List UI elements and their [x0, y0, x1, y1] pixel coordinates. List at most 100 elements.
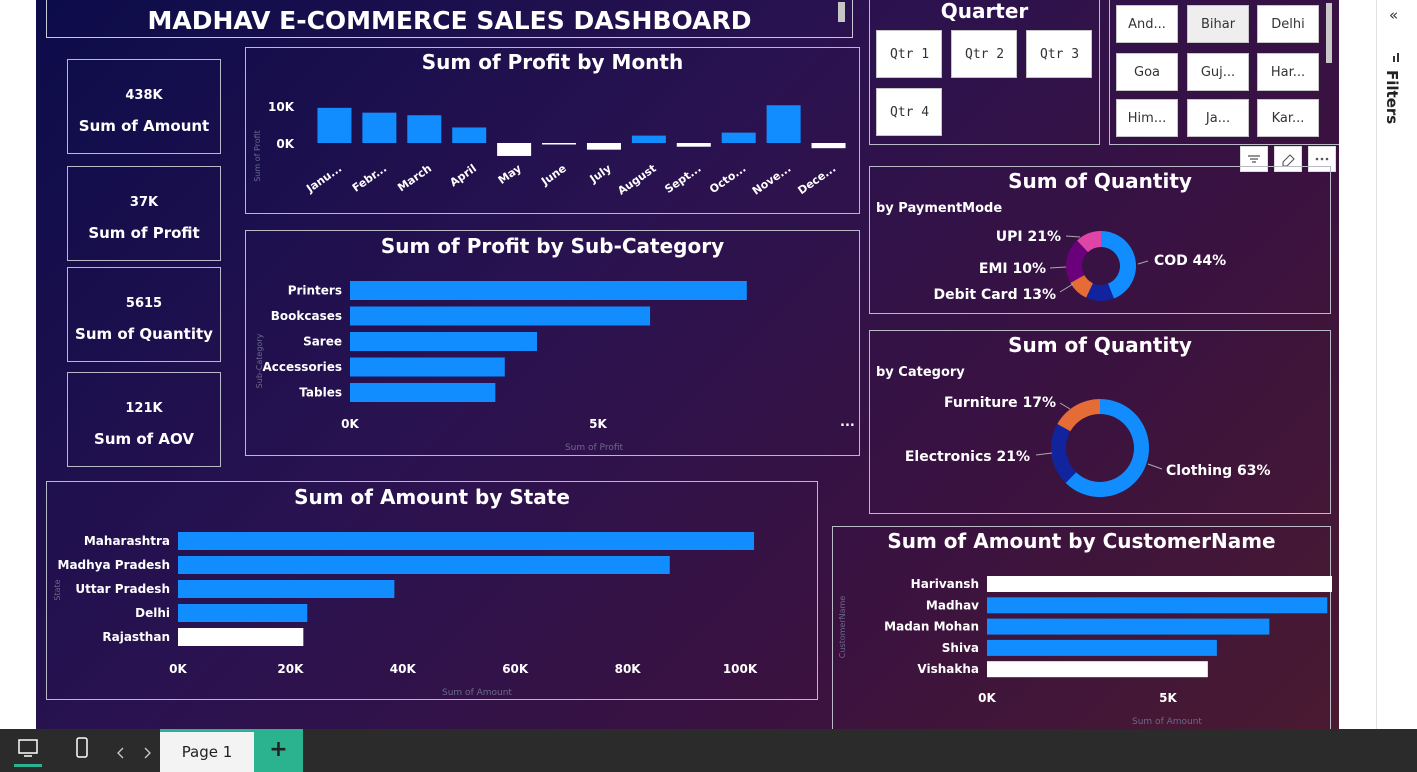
amount-by-customer-visual[interactable]: Sum of Amount by CustomerName CustomerNa…: [832, 526, 1332, 729]
profit-by-month-visual[interactable]: Sum of Profit by Month Sum of Profit 10K 0…: [245, 47, 860, 214]
kpi-value: 37K: [129, 195, 159, 210]
leader-line: [1059, 283, 1074, 293]
slicer-option-qtr2[interactable]: Qtr 2: [951, 30, 1017, 78]
kpi-card-quantity[interactable]: 5615 Sum of Quantity: [67, 267, 221, 362]
slicer-option[interactable]: Him...: [1116, 99, 1178, 137]
category-label: Shiva: [942, 641, 979, 655]
amount-by-state-visual[interactable]: Sum of Amount by State State Maharashtra M…: [46, 481, 818, 700]
slicer-option[interactable]: Guj...: [1187, 53, 1249, 91]
profit-by-subcategory-visual[interactable]: Sum of Profit by Sub-Category Sub-Catego…: [245, 230, 860, 456]
x-tick-label: 80K: [615, 662, 642, 676]
amount-by-state-chart: State Maharashtra Madhya Pradesh Uttar Prad…: [53, 532, 758, 698]
collapse-pane-icon[interactable]: «: [1389, 6, 1398, 24]
add-page-button[interactable]: +: [254, 729, 303, 772]
kpi-card-aov[interactable]: 121K Sum of AOV: [67, 372, 221, 467]
slicer-option[interactable]: Delhi: [1257, 5, 1319, 43]
category-label: Tables: [299, 386, 342, 400]
x-axis-label: Sum of Amount: [1132, 717, 1202, 727]
slicer-title: Quarter: [940, 0, 1029, 23]
filters-pane[interactable]: « Filters: [1376, 0, 1417, 729]
slicer-scrollbar[interactable]: [1326, 3, 1332, 63]
kpi-label: Sum of AOV: [94, 430, 194, 448]
data-label: Clothing 63%: [1166, 463, 1271, 479]
category-label: Printers: [288, 284, 342, 298]
profit-bar: [676, 143, 711, 147]
bar: [178, 580, 395, 598]
slicer-option[interactable]: Kar...: [1257, 99, 1319, 137]
dashboard-title: MADHAV E-COMMERCE SALES DASHBOARD: [147, 6, 752, 35]
more-options-label[interactable]: ...: [840, 415, 855, 430]
profit-bar: [811, 143, 846, 149]
bar: [350, 332, 537, 351]
category-label: Madan Mohan: [884, 620, 979, 634]
y-axis-label: State: [53, 579, 62, 600]
desktop-layout-icon[interactable]: [14, 737, 42, 767]
category-label: Uttar Pradesh: [75, 582, 170, 596]
qty-by-category-donut: Clothing 63% Electronics 21% Furniture 17%: [905, 395, 1271, 497]
kpi-label: Sum of Profit: [88, 224, 200, 242]
bar: [987, 661, 1208, 678]
category-label: Madhav: [926, 598, 979, 612]
mobile-layout-icon[interactable]: [74, 737, 90, 759]
slicer-option[interactable]: Har...: [1257, 53, 1319, 91]
filters-pane-label[interactable]: Filters: [1383, 70, 1401, 124]
tab-page-1[interactable]: Page 1: [160, 729, 254, 772]
state-slicer[interactable]: And... Bihar Delhi Goa Guj... Har... Him…: [1109, 0, 1339, 145]
profit-bar: [631, 135, 666, 143]
profit-by-month-chart: Sum of Profit 10K 0K Janu... Febr... March Apr…: [253, 100, 846, 198]
kpi-card-amount[interactable]: 438K Sum of Amount: [67, 59, 221, 154]
quarter-slicer[interactable]: Quarter Qtr 1 Qtr 2 Qtr 3 Qtr 4: [869, 0, 1100, 145]
plus-icon: +: [269, 737, 288, 762]
y-axis-label: CustomerName: [838, 596, 847, 659]
x-tick-label: August: [615, 162, 658, 198]
donut-slice: [1051, 423, 1077, 483]
category-label: Rajasthan: [102, 630, 170, 644]
y-tick-label: 0K: [276, 137, 294, 151]
qty-by-payment-visual[interactable]: Sum of Quantity by PaymentMode COD 44% De…: [869, 166, 1331, 314]
kpi-card-profit[interactable]: 37K Sum of Profit: [67, 166, 221, 261]
dashboard-title-box: MADHAV E-COMMERCE SALES DASHBOARD: [46, 0, 853, 38]
profit-bar: [542, 143, 577, 145]
category-label: Accessories: [263, 360, 343, 374]
data-label: Furniture 17%: [944, 395, 1056, 411]
slicer-option[interactable]: Goa: [1116, 53, 1178, 91]
x-tick-label: April: [447, 162, 479, 189]
next-page-icon[interactable]: [142, 744, 152, 759]
data-label: EMI 10%: [979, 261, 1046, 277]
x-axis-label: Sum of Profit: [565, 443, 624, 453]
x-tick-label: Janu...: [303, 162, 344, 196]
category-label: Delhi: [135, 606, 170, 620]
slicer-option[interactable]: And...: [1116, 5, 1178, 43]
prev-page-icon[interactable]: [116, 744, 126, 759]
profit-bar: [362, 112, 397, 143]
slicer-option-qtr4[interactable]: Qtr 4: [876, 88, 942, 136]
filter-bars-icon: [1391, 48, 1403, 62]
slicer-option-qtr1[interactable]: Qtr 1: [876, 30, 942, 78]
kpi-label: Sum of Amount: [78, 117, 210, 135]
data-label: Electronics 21%: [905, 449, 1030, 465]
bar: [987, 597, 1328, 614]
x-tick-label: Octo...: [707, 162, 748, 196]
slicer-option-qtr3[interactable]: Qtr 3: [1026, 30, 1092, 78]
x-tick-label: 0K: [341, 417, 359, 431]
qty-by-category-visual[interactable]: Sum of Quantity by Category Clothing 63%…: [869, 330, 1331, 514]
profit-bar: [452, 127, 487, 143]
category-label: Vishakha: [917, 662, 979, 676]
amount-by-customer-chart: CustomerName Harivansh Madhav Madan Mohan Sh…: [838, 576, 1332, 727]
leader-line: [1035, 452, 1053, 456]
bar: [987, 618, 1270, 635]
x-tick-label: June: [538, 162, 569, 189]
slicer-option-selected[interactable]: Bihar: [1187, 5, 1249, 43]
bar: [178, 628, 304, 646]
leader-line: [1049, 266, 1067, 269]
bar: [987, 576, 1332, 592]
x-tick-label: 100K: [723, 662, 758, 676]
canvas-scrollbar[interactable]: [838, 2, 845, 22]
profit-by-subcategory-chart: Sub-CategoryPrintersBookcasesSareeAccess…: [255, 281, 747, 453]
slicer-option[interactable]: Ja...: [1187, 99, 1249, 137]
x-tick-label: 5K: [1159, 691, 1177, 705]
x-tick-label: 5K: [589, 417, 607, 431]
leader-line: [1147, 463, 1163, 470]
kpi-label: Sum of Quantity: [75, 325, 213, 343]
x-tick-label: Febr...: [350, 162, 389, 195]
